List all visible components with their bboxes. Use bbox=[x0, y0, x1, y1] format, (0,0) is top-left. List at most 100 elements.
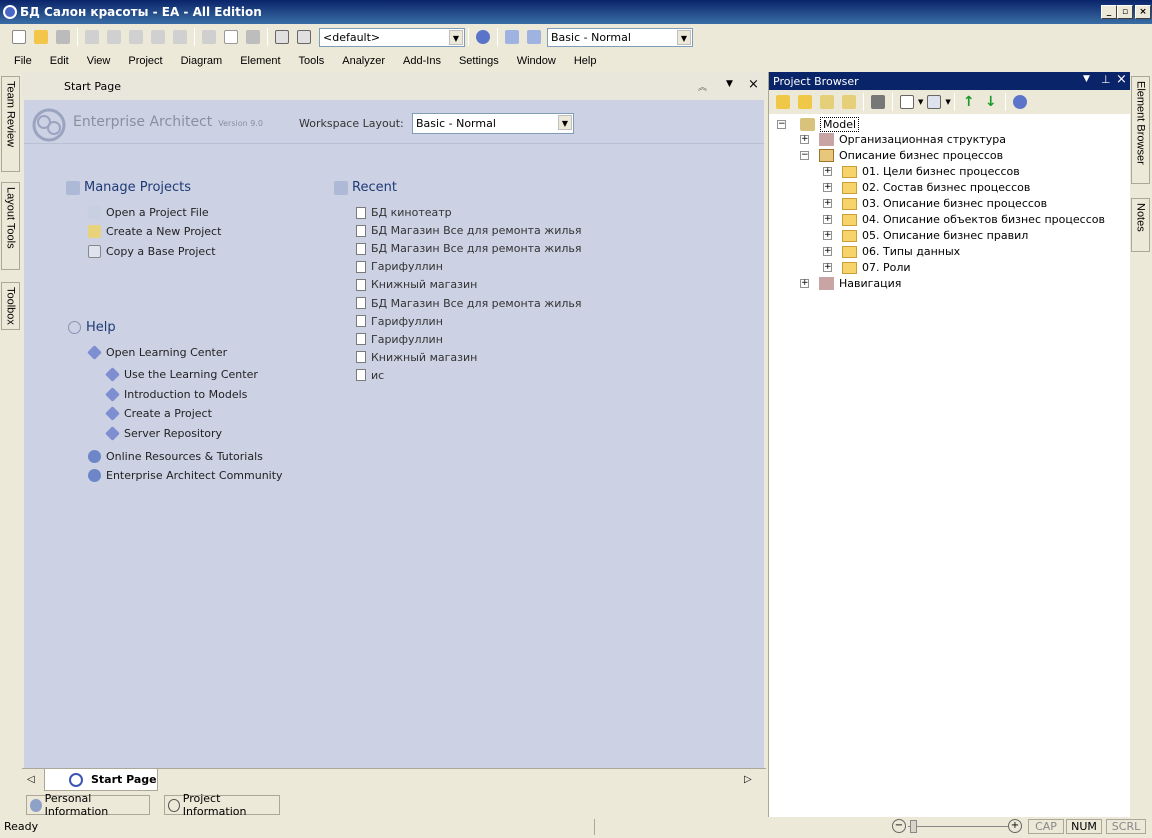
copy-icon[interactable] bbox=[103, 26, 125, 48]
menu-element[interactable]: Element bbox=[230, 55, 288, 67]
tab-team-review[interactable]: Team Review bbox=[1, 76, 20, 172]
tab-notes[interactable]: Notes bbox=[1131, 198, 1150, 252]
tab-personal-information[interactable]: Personal Information bbox=[26, 792, 150, 818]
close-icon[interactable]: × bbox=[748, 77, 759, 92]
tree-node-navigation[interactable]: + Навигация bbox=[800, 277, 901, 290]
cut-icon[interactable] bbox=[81, 26, 103, 48]
layout-icon[interactable] bbox=[501, 26, 523, 48]
expand-icon[interactable]: + bbox=[823, 167, 832, 176]
introduction-models-link[interactable]: Introduction to Models bbox=[105, 387, 247, 402]
workspace-combo[interactable]: Basic - Normal ▼ bbox=[547, 27, 693, 47]
move-up-icon[interactable]: ↑ bbox=[958, 91, 980, 113]
help-icon[interactable] bbox=[472, 26, 494, 48]
tree-node-bp-description[interactable]: − Описание бизнес процессов bbox=[800, 149, 1003, 162]
menu-settings[interactable]: Settings bbox=[449, 55, 507, 67]
documents-icon[interactable] bbox=[923, 91, 945, 113]
menu-file[interactable]: File bbox=[4, 55, 40, 67]
menu-help[interactable]: Help bbox=[564, 55, 605, 67]
tree-node-org-structure[interactable]: + Организационная структура bbox=[800, 133, 1006, 146]
tab-start-page[interactable]: Start Page bbox=[44, 769, 158, 791]
expand-icon[interactable]: + bbox=[823, 247, 832, 256]
learning-center-link[interactable]: Open Learning Center bbox=[87, 345, 227, 360]
pin-icon[interactable]: ⊥ bbox=[1101, 73, 1111, 86]
new-project-link[interactable]: Create a New Project bbox=[88, 225, 221, 238]
recent-item[interactable]: БД Магазин Все для ремонта жилья bbox=[356, 224, 582, 237]
dropdown-icon[interactable]: ▼ bbox=[726, 79, 733, 89]
menu-view[interactable]: View bbox=[77, 55, 119, 67]
restore-button[interactable]: ▫ bbox=[1117, 5, 1133, 19]
properties-icon[interactable] bbox=[896, 91, 918, 113]
online-resources-link[interactable]: Online Resources & Tutorials bbox=[88, 450, 263, 463]
new-element-icon[interactable] bbox=[838, 91, 860, 113]
chevron-down-icon[interactable]: ▼ bbox=[677, 29, 691, 45]
menu-analyzer[interactable]: Analyzer bbox=[332, 55, 393, 67]
recent-item[interactable]: Книжный магазин bbox=[356, 278, 477, 291]
menu-edit[interactable]: Edit bbox=[40, 55, 77, 67]
use-learning-center-link[interactable]: Use the Learning Center bbox=[105, 367, 258, 382]
recent-item[interactable]: БД Магазин Все для ремонта жилья bbox=[356, 297, 582, 310]
menu-tools[interactable]: Tools bbox=[289, 55, 333, 67]
new-package-icon[interactable] bbox=[794, 91, 816, 113]
tree-node-05[interactable]: +05. Описание бизнес правил bbox=[823, 229, 1028, 242]
new-project-icon[interactable] bbox=[8, 26, 30, 48]
recent-item[interactable]: ис bbox=[356, 369, 384, 382]
recent-item[interactable]: Гарифуллин bbox=[356, 260, 443, 273]
expand-icon[interactable]: + bbox=[823, 215, 832, 224]
tab-project-information[interactable]: Project Information bbox=[164, 792, 280, 818]
redo-icon[interactable] bbox=[169, 26, 191, 48]
save-icon[interactable] bbox=[52, 26, 74, 48]
recent-item[interactable]: Книжный магазин bbox=[356, 351, 477, 364]
expand-icon[interactable]: + bbox=[800, 279, 809, 288]
expand-icon[interactable]: + bbox=[823, 231, 832, 240]
tree-node-07[interactable]: +07. Роли bbox=[823, 261, 911, 274]
recent-item[interactable]: Гарифуллин bbox=[356, 315, 443, 328]
collapse-icon[interactable]: − bbox=[777, 120, 786, 129]
community-link[interactable]: Enterprise Architect Community bbox=[88, 469, 283, 482]
close-icon[interactable]: × bbox=[1116, 72, 1127, 87]
tree-node-04[interactable]: +04. Описание объектов бизнес процессов bbox=[823, 213, 1105, 226]
create-project-link[interactable]: Create a Project bbox=[105, 406, 212, 421]
new-diagram-icon[interactable] bbox=[816, 91, 838, 113]
menu-add-ins[interactable]: Add-Ins bbox=[393, 55, 449, 67]
expand-icon[interactable]: + bbox=[823, 199, 832, 208]
chevron-down-icon[interactable]: ▼ bbox=[558, 115, 572, 130]
open-project-icon[interactable] bbox=[30, 26, 52, 48]
tree-node-06[interactable]: +06. Типы данных bbox=[823, 245, 960, 258]
diagram-combo[interactable]: <default> ▼ bbox=[319, 27, 465, 47]
tab-toolbox[interactable]: Toolbox bbox=[1, 282, 20, 330]
workspace-layout-select[interactable]: Basic - Normal ▼ bbox=[412, 113, 574, 134]
page-icon[interactable] bbox=[220, 26, 242, 48]
dropdown-icon[interactable]: ▼ bbox=[1083, 74, 1090, 84]
new-model-icon[interactable] bbox=[772, 91, 794, 113]
close-button[interactable]: × bbox=[1135, 5, 1151, 19]
menu-window[interactable]: Window bbox=[507, 55, 564, 67]
minimize-button[interactable]: _ bbox=[1101, 5, 1117, 19]
expand-icon[interactable]: + bbox=[823, 263, 832, 272]
recent-item[interactable]: Гарифуллин bbox=[356, 333, 443, 346]
zoom-out-icon[interactable]: − bbox=[892, 819, 906, 833]
find-icon[interactable] bbox=[867, 91, 889, 113]
print-icon[interactable] bbox=[242, 26, 264, 48]
tab-element-browser[interactable]: Element Browser bbox=[1131, 76, 1150, 184]
find-icon[interactable] bbox=[271, 26, 293, 48]
undo-icon[interactable] bbox=[147, 26, 169, 48]
collapse-icon[interactable]: ︽ bbox=[698, 80, 707, 93]
expand-icon[interactable]: + bbox=[800, 135, 809, 144]
move-down-icon[interactable]: ↓ bbox=[980, 91, 1002, 113]
menu-diagram[interactable]: Diagram bbox=[171, 55, 231, 67]
chevron-down-icon[interactable]: ▼ bbox=[449, 29, 463, 45]
tree-node-01[interactable]: +01. Цели бизнес процессов bbox=[823, 165, 1020, 178]
chevron-down-icon[interactable]: ▼ bbox=[945, 98, 950, 106]
zoom-slider[interactable] bbox=[908, 826, 1008, 827]
tree-node-03[interactable]: +03. Описание бизнес процессов bbox=[823, 197, 1047, 210]
collapse-icon[interactable]: − bbox=[800, 151, 809, 160]
help-icon[interactable] bbox=[1009, 91, 1031, 113]
search-model-icon[interactable] bbox=[293, 26, 315, 48]
print-preview-icon[interactable] bbox=[198, 26, 220, 48]
scroll-right-icon[interactable]: ▷ bbox=[744, 774, 752, 785]
zoom-slider-thumb[interactable] bbox=[910, 820, 917, 833]
open-project-link[interactable]: Open a Project File bbox=[88, 206, 209, 219]
server-repository-link[interactable]: Server Repository bbox=[105, 426, 222, 441]
paste-icon[interactable] bbox=[125, 26, 147, 48]
menu-project[interactable]: Project bbox=[118, 55, 170, 67]
